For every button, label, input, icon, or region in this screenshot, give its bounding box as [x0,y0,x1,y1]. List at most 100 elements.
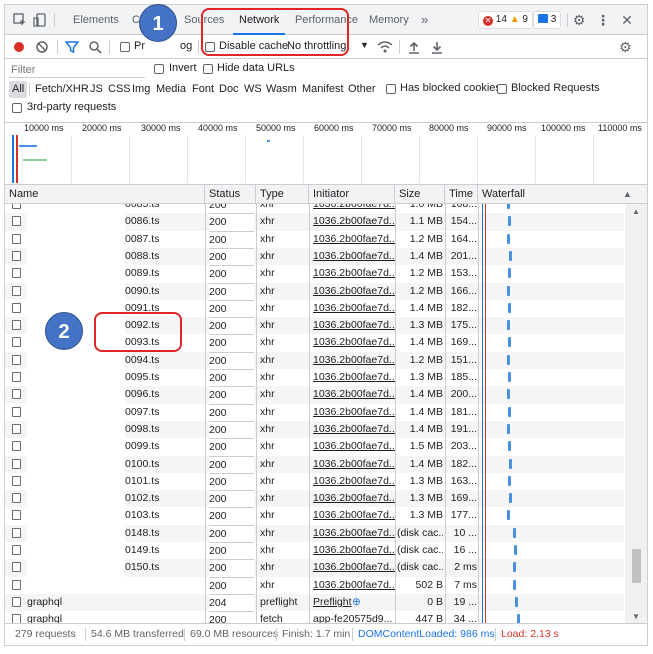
initiator-cell[interactable]: 1036.2b00fae7d... [313,283,395,300]
waterfall-bar[interactable] [508,372,511,382]
issues-badge[interactable]: ✕ 14 ▲ 9 [478,11,533,29]
filter-type-manifest[interactable]: Manifest [299,81,347,98]
initiator-cell[interactable]: 1036.2b00fae7d... [313,386,395,403]
waterfall-bar[interactable] [507,233,510,244]
waterfall-bar[interactable] [507,320,510,331]
initiator-cell[interactable]: 1036.2b00fae7d... [313,317,395,334]
waterfall-bar[interactable] [514,545,517,555]
column-time[interactable]: Time [445,185,478,204]
settings-gear-icon[interactable]: ⚙ [571,12,587,28]
hide-data-urls-checkbox[interactable] [203,64,213,74]
initiator-cell[interactable]: 1036.2b00fae7d... [313,369,395,386]
waterfall-bar[interactable] [508,302,511,313]
device-toolbar-icon[interactable] [32,12,48,28]
column-status[interactable]: Status [205,185,256,204]
network-conditions-icon[interactable] [377,40,393,54]
waterfall-bar[interactable] [508,268,511,279]
initiator-cell[interactable]: 1036.2b00fae7d... [313,525,395,542]
initiator-cell[interactable]: 1036.2b00fae7d... [313,404,395,421]
close-devtools-icon[interactable]: ✕ [619,12,635,28]
waterfall-bar[interactable] [508,441,511,452]
initiator-cell[interactable]: 1036.2b00fae7d... [313,490,395,507]
scroll-up-arrow-icon[interactable]: ▲ [632,207,640,216]
column-type[interactable]: Type [256,185,309,204]
messages-badge[interactable]: 3 [533,11,562,29]
initiator-cell[interactable]: 1036.2b00fae7d... [313,542,395,559]
initiator-cell[interactable]: 1036.2b00fae7d... [313,352,395,369]
sort-ascending-icon[interactable]: ▲ [623,189,632,199]
clear-icon[interactable] [35,40,49,54]
waterfall-bar[interactable] [507,285,510,296]
initiator-cell[interactable]: 1036.2b00fae7d... [313,507,395,524]
column-initiator[interactable]: Initiator [309,185,395,204]
name-cell: 0101.ts [125,474,160,487]
blocked-requests-checkbox[interactable] [497,84,507,94]
waterfall-bar[interactable] [509,458,512,469]
network-settings-gear-icon[interactable]: ⚙ [619,40,633,54]
filter-type-doc[interactable]: Doc [216,81,242,98]
more-tabs-button[interactable]: » [421,5,428,35]
waterfall-bar[interactable] [507,510,510,521]
initiator-cell[interactable]: 1036.2b00fae7d... [313,421,395,438]
waterfall-bar[interactable] [508,406,511,417]
filter-funnel-icon[interactable] [64,40,80,54]
waterfall-bar[interactable] [513,579,516,590]
filter-type-js[interactable]: JS [87,81,106,98]
filter-input[interactable] [9,62,145,78]
table-row[interactable]: graphql 204 preflight Preflight 0 B 19 ... ⊕ [5,593,624,616]
export-har-icon[interactable] [430,40,444,54]
more-options-icon[interactable]: ⋮ [595,12,611,28]
initiator-cell[interactable]: 1036.2b00fae7d... [313,204,395,213]
table-scrollbar[interactable]: ▲ ▼ [625,204,647,624]
initiator-cell[interactable]: 1036.2b00fae7d... [313,456,395,473]
waterfall-bar[interactable] [508,475,511,486]
initiator-cell[interactable]: 1036.2b00fae7d... [313,577,395,594]
search-icon[interactable] [88,40,102,54]
third-party-checkbox[interactable] [12,103,22,113]
waterfall-bar[interactable] [507,423,510,434]
record-icon[interactable] [12,40,26,54]
inspect-element-icon[interactable] [12,12,28,28]
scroll-down-arrow-icon[interactable]: ▼ [632,612,640,621]
preserve-log-checkbox[interactable] [120,42,130,52]
initiator-cell[interactable]: 1036.2b00fae7d... [313,438,395,455]
filter-type-all[interactable]: All [9,81,28,98]
import-har-icon[interactable] [407,40,421,54]
preflight-icon[interactable]: ⊕ [352,594,366,611]
waterfall-bar[interactable] [513,527,516,538]
waterfall-bar[interactable] [515,596,518,607]
initiator-cell[interactable]: 1036.2b00fae7d... [313,265,395,282]
filter-type-other[interactable]: Other [345,81,379,98]
column-size[interactable]: Size [395,185,445,204]
filter-type-ws[interactable]: WS [241,81,265,98]
filter-type-media[interactable]: Media [153,81,189,98]
initiator-cell[interactable]: 1036.2b00fae7d... [313,231,395,248]
waterfall-bar[interactable] [513,562,516,573]
has-blocked-cookies-checkbox[interactable] [386,84,396,94]
tab-elements[interactable]: Elements [73,5,119,35]
invert-checkbox[interactable] [154,64,164,74]
network-overview-timeline[interactable]: 10000 ms 20000 ms 30000 ms 40000 ms 5000… [5,123,647,185]
waterfall-bar[interactable] [509,250,512,261]
waterfall-bar[interactable] [507,204,510,209]
waterfall-bar[interactable] [509,493,512,504]
filter-type-wasm[interactable]: Wasm [263,81,300,98]
chevron-down-icon[interactable]: ▼ [360,40,369,50]
initiator-cell[interactable]: 1036.2b00fae7d... [313,559,395,576]
waterfall-bar[interactable] [508,216,511,227]
scrollbar-thumb[interactable] [632,549,641,583]
filter-type-fetch-xhr[interactable]: Fetch/XHR [32,81,92,98]
waterfall-bar[interactable] [507,389,510,400]
initiator-cell[interactable]: 1036.2b00fae7d... [313,334,395,351]
initiator-cell[interactable]: 1036.2b00fae7d... [313,300,395,317]
column-name[interactable]: Name [5,185,205,204]
tab-memory[interactable]: Memory [369,5,409,35]
waterfall-bar[interactable] [508,337,511,348]
initiator-cell[interactable]: 1036.2b00fae7d... [313,213,395,230]
initiator-cell[interactable]: 1036.2b00fae7d... [313,248,395,265]
waterfall-bar[interactable] [507,354,510,365]
initiator-cell[interactable]: 1036.2b00fae7d... [313,473,395,490]
filter-type-img[interactable]: Img [129,81,153,98]
filter-type-font[interactable]: Font [189,81,217,98]
annotation-marker-2: 2 [45,312,83,350]
